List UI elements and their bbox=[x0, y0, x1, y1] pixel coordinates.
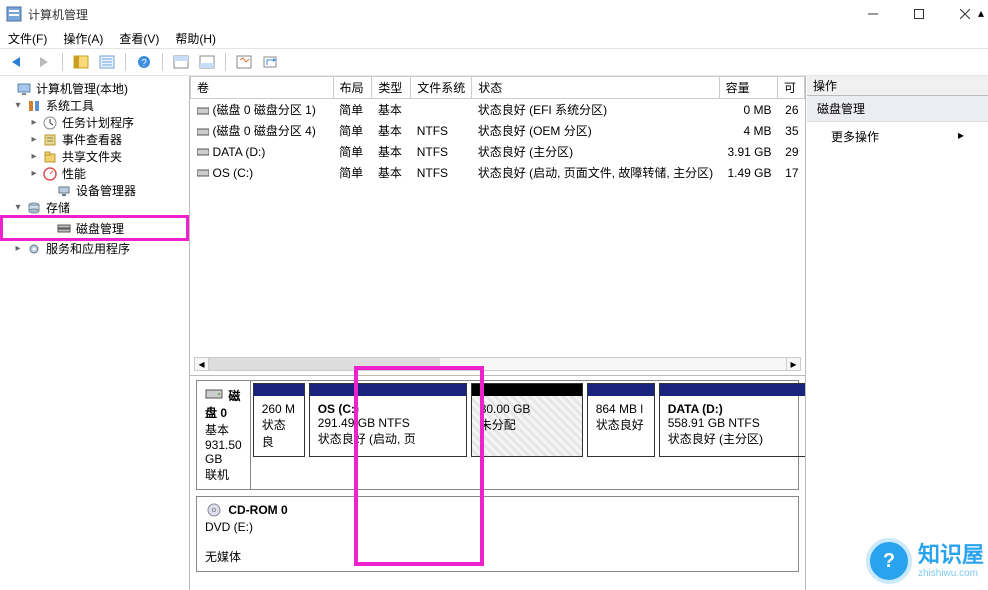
forward-button[interactable] bbox=[32, 51, 56, 73]
col-free[interactable]: 可 bbox=[778, 77, 805, 99]
back-button[interactable] bbox=[6, 51, 30, 73]
computer-icon bbox=[16, 81, 32, 97]
cdrom-icon bbox=[205, 503, 225, 520]
tree-root[interactable]: 计算机管理(本地) bbox=[36, 80, 128, 97]
refresh-button[interactable] bbox=[258, 51, 282, 73]
tree-task-scheduler[interactable]: 任务计划程序 bbox=[62, 114, 134, 131]
tree-device-manager[interactable]: 设备管理器 bbox=[76, 182, 136, 199]
menu-action[interactable]: 操作(A) bbox=[63, 30, 103, 47]
tree-storage[interactable]: 存储 bbox=[46, 199, 70, 216]
actions-disk-management[interactable]: 磁盘管理 ▴ bbox=[807, 96, 988, 122]
disk-kind: 基本 bbox=[205, 423, 229, 437]
volume-row[interactable]: (磁盘 0 磁盘分区 1)简单基本状态良好 (EFI 系统分区)0 MB26 bbox=[191, 99, 805, 121]
tree-performance[interactable]: 性能 bbox=[62, 165, 86, 182]
window-title: 计算机管理 bbox=[28, 6, 850, 23]
chevron-right-icon[interactable]: ▸ bbox=[12, 243, 24, 254]
menu-view[interactable]: 查看(V) bbox=[119, 30, 159, 47]
cdrom-title: CD-ROM 0 bbox=[228, 503, 287, 517]
partition-os-c[interactable]: OS (C:)291.49 GB NTFS状态良好 (启动, 页 bbox=[309, 383, 467, 457]
tree-system-tools[interactable]: 系统工具 bbox=[46, 97, 94, 114]
chevron-right-icon[interactable]: ▸ bbox=[28, 134, 40, 145]
partition-unallocated[interactable]: 80.00 GB未分配 bbox=[471, 383, 583, 457]
properties-button[interactable] bbox=[95, 51, 119, 73]
col-capacity[interactable]: 容量 bbox=[719, 77, 777, 99]
view-bottom-button[interactable] bbox=[195, 51, 219, 73]
volume-row[interactable]: (磁盘 0 磁盘分区 4)简单基本NTFS状态良好 (OEM 分区)4 MB35 bbox=[191, 120, 805, 141]
col-fs[interactable]: 文件系统 bbox=[411, 77, 472, 99]
disk-management-icon bbox=[56, 220, 72, 236]
collapse-icon: ▴ bbox=[978, 6, 984, 20]
chevron-right-icon[interactable]: ▸ bbox=[28, 168, 40, 179]
storage-icon bbox=[26, 200, 42, 216]
tree-event-viewer[interactable]: 事件查看器 bbox=[62, 131, 122, 148]
actions-more[interactable]: 更多操作 ▸ bbox=[807, 122, 988, 151]
settings-button[interactable] bbox=[232, 51, 256, 73]
maximize-button[interactable] bbox=[896, 0, 942, 28]
disk-icon bbox=[205, 387, 225, 404]
col-layout[interactable]: 布局 bbox=[333, 77, 372, 99]
partition-efi[interactable]: 260 M状态良 bbox=[253, 383, 305, 457]
volume-list[interactable]: 卷 布局 类型 文件系统 状态 容量 可 (磁盘 0 磁盘分区 1)简单基本状态… bbox=[190, 76, 805, 376]
scroll-right-icon[interactable]: ▸ bbox=[786, 358, 800, 370]
chevron-right-icon[interactable]: ▸ bbox=[28, 117, 40, 128]
svg-text:?: ? bbox=[141, 58, 147, 69]
volume-row[interactable]: DATA (D:)简单基本NTFS状态良好 (主分区)3.91 GB29 bbox=[191, 141, 805, 162]
shared-folders-icon bbox=[42, 149, 58, 165]
tools-icon bbox=[26, 98, 42, 114]
partition-data-d[interactable]: DATA (D:)558.91 GB NTFS状态良好 (主分区) bbox=[659, 383, 805, 457]
services-icon bbox=[26, 241, 42, 257]
menu-file[interactable]: 文件(F) bbox=[8, 30, 47, 47]
disk-0-row[interactable]: 磁盘 0 基本 931.50 GB 联机 260 M状态良 OS (C:)291… bbox=[196, 380, 799, 490]
menu-help[interactable]: 帮助(H) bbox=[175, 30, 216, 47]
col-volume[interactable]: 卷 bbox=[191, 77, 334, 99]
cdrom-row[interactable]: CD-ROM 0 DVD (E:) 无媒体 bbox=[196, 496, 799, 572]
cdrom-drive: DVD (E:) bbox=[205, 520, 253, 534]
help-button[interactable]: ? bbox=[132, 51, 156, 73]
tree-services[interactable]: 服务和应用程序 bbox=[46, 240, 130, 257]
horizontal-scrollbar[interactable]: ◂ ▸ bbox=[194, 357, 801, 371]
watermark-url: zhishiwu.com bbox=[918, 568, 978, 579]
partition-oem[interactable]: 864 MB l状态良好 bbox=[587, 383, 655, 457]
scroll-left-icon[interactable]: ◂ bbox=[195, 358, 209, 370]
disk-state: 联机 bbox=[205, 468, 229, 482]
watermark-icon: ? bbox=[866, 538, 912, 584]
disk-size: 931.50 GB bbox=[205, 438, 242, 466]
device-manager-icon bbox=[56, 183, 72, 199]
tree-disk-management[interactable]: 磁盘管理 bbox=[76, 220, 124, 237]
event-viewer-icon bbox=[42, 132, 58, 148]
navigation-tree[interactable]: 计算机管理(本地) ▾ 系统工具 ▸ 任务计划程序 ▸ 事件查看器 ▸ 共享文件夹 ▸ 性… bbox=[0, 76, 190, 590]
show-hide-tree-button[interactable] bbox=[69, 51, 93, 73]
task-scheduler-icon bbox=[42, 115, 58, 131]
view-top-button[interactable] bbox=[169, 51, 193, 73]
watermark-text: 知识屋 bbox=[918, 544, 984, 566]
chevron-right-icon[interactable]: ▸ bbox=[28, 151, 40, 162]
chevron-right-icon: ▸ bbox=[958, 128, 964, 145]
performance-icon bbox=[42, 166, 58, 182]
app-icon bbox=[6, 6, 22, 22]
col-status[interactable]: 状态 bbox=[472, 77, 719, 99]
tree-shared-folders[interactable]: 共享文件夹 bbox=[62, 148, 122, 165]
actions-header: 操作 bbox=[807, 76, 988, 96]
chevron-down-icon[interactable]: ▾ bbox=[12, 202, 24, 213]
minimize-button[interactable] bbox=[850, 0, 896, 28]
cdrom-state: 无媒体 bbox=[205, 550, 241, 564]
chevron-down-icon[interactable]: ▾ bbox=[12, 100, 24, 111]
col-type[interactable]: 类型 bbox=[372, 77, 411, 99]
watermark: ? 知识屋 zhishiwu.com bbox=[866, 538, 984, 584]
volume-row[interactable]: OS (C:)简单基本NTFS状态良好 (启动, 页面文件, 故障转储, 主分区… bbox=[191, 162, 805, 183]
